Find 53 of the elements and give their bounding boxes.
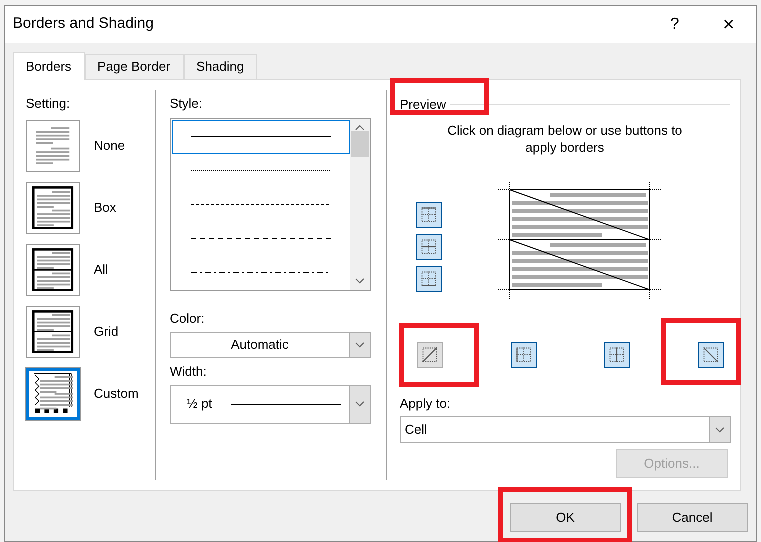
- chevron-down-icon: [355, 401, 365, 407]
- apply-to-label: Apply to:: [400, 394, 452, 413]
- setting-option[interactable]: [26, 306, 80, 358]
- dialog-button[interactable]: Cancel: [637, 503, 748, 532]
- preview-label: Preview: [400, 96, 446, 114]
- instruction-text: Click on diagram below or use buttons to apply borders: [447, 122, 683, 156]
- border-icon: [608, 346, 626, 364]
- chevron-up-icon: [355, 124, 365, 130]
- apply-to-dropdown[interactable]: Cell: [400, 416, 731, 443]
- style-list[interactable]: [170, 118, 371, 290]
- tab[interactable]: Page Border: [84, 54, 184, 79]
- width-label: Width:: [170, 363, 208, 381]
- setting-option[interactable]: [26, 182, 80, 234]
- border-icon: [420, 270, 438, 288]
- border-icon: [421, 346, 439, 364]
- style-label: Style:: [170, 95, 204, 113]
- tab[interactable]: Borders: [13, 52, 85, 80]
- chevron-down-icon: [355, 342, 365, 348]
- dialog-button[interactable]: OK: [510, 503, 621, 532]
- border-toggle-button[interactable]: [698, 342, 724, 368]
- setting-option-label: Grid: [94, 322, 119, 341]
- border-toggle-button[interactable]: [416, 234, 442, 260]
- border-icon: [420, 238, 438, 256]
- scrollbar[interactable]: [350, 118, 370, 290]
- border-toggle-button[interactable]: [417, 342, 443, 368]
- setting-label: Setting:: [26, 95, 72, 113]
- color-dropdown[interactable]: Automatic: [170, 332, 371, 358]
- border-icon: [420, 206, 438, 224]
- border-toggle-button[interactable]: [604, 342, 630, 368]
- apply-to-value: Cell: [404, 420, 428, 439]
- width-dropdown[interactable]: ½ pt: [170, 384, 371, 424]
- border-toggle-button[interactable]: [510, 342, 537, 368]
- border-icon: [702, 346, 720, 364]
- border-toggle-button[interactable]: [416, 202, 442, 228]
- border-toggle-button[interactable]: [416, 266, 442, 292]
- help-button[interactable]: ?: [660, 12, 690, 36]
- setting-option-label: None: [94, 136, 126, 155]
- tab[interactable]: Shading: [184, 54, 258, 79]
- window-title: Borders and Shading: [13, 14, 155, 34]
- chevron-down-icon: [355, 278, 365, 284]
- color-label: Color:: [170, 310, 206, 328]
- chevron-down-icon: [715, 426, 725, 432]
- color-value: Automatic: [230, 336, 290, 354]
- width-value: ½ pt: [186, 395, 214, 414]
- setting-option-label: All: [94, 260, 108, 279]
- line-style-option[interactable]: [172, 120, 350, 154]
- scrollbar-thumb[interactable]: [351, 131, 369, 157]
- border-icon: [514, 346, 533, 364]
- setting-option-label: Box: [94, 198, 116, 217]
- setting-option[interactable]: [26, 368, 80, 420]
- setting-option[interactable]: [26, 244, 80, 296]
- setting-option-label: Custom: [94, 384, 139, 403]
- close-button[interactable]: ×: [714, 14, 744, 34]
